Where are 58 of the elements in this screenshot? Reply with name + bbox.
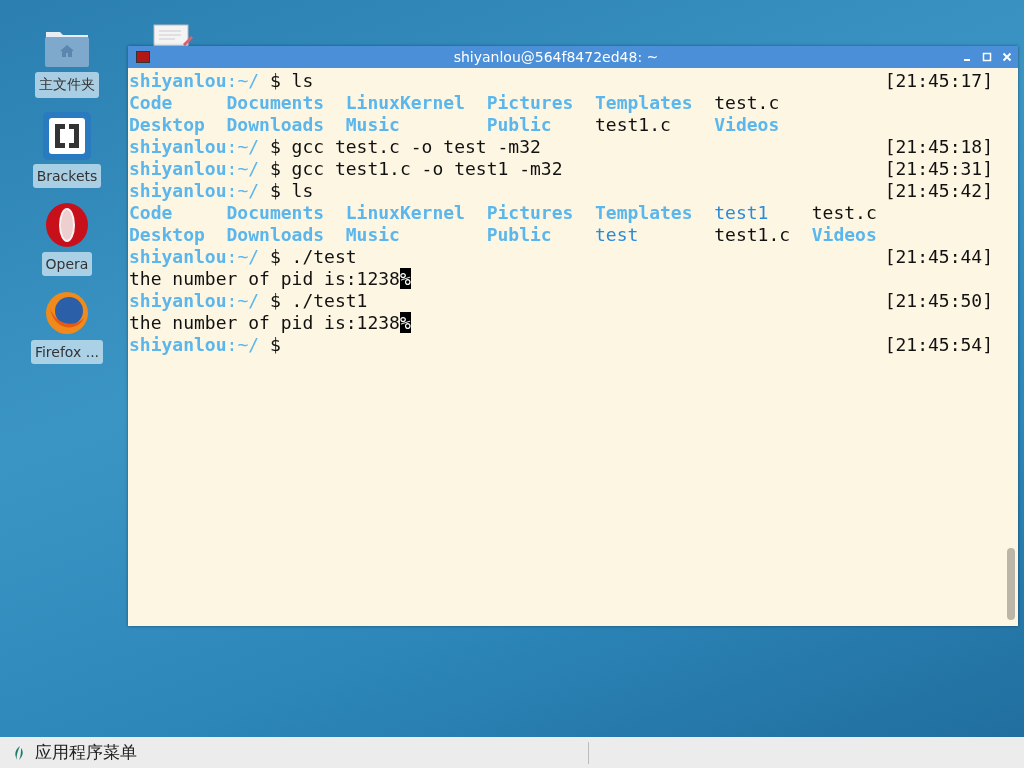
file-name: test (595, 224, 640, 246)
prompt-line: shiyanlou:~/ $ (129, 334, 281, 356)
prompt-line: shiyanlou:~/ $ ./test1 (129, 290, 368, 312)
application-menu[interactable]: 应用程序菜单 (35, 741, 137, 764)
directory-name: Documents (226, 202, 325, 224)
directory-name: Videos (811, 224, 877, 246)
desktop-icon-label[interactable]: Opera (41, 252, 93, 276)
end-marker: % (399, 312, 411, 333)
directory-name: LinuxKernel (345, 92, 465, 114)
directory-name: Code (129, 202, 174, 224)
file-name: test.c (811, 202, 877, 224)
file-name: test1.c (595, 114, 672, 136)
opera-icon[interactable] (44, 202, 90, 248)
prompt-line: shiyanlou:~/ $ gcc test.c -o test -m32 (129, 136, 541, 158)
prompt-line: shiyanlou:~/ $ ls (129, 180, 314, 202)
directory-name: Pictures (486, 202, 574, 224)
desktop-icon-label[interactable]: Firefox ... (30, 340, 104, 364)
output-text: the number of pid is:1238 (129, 312, 400, 333)
close-icon[interactable] (1002, 52, 1012, 62)
directory-name: Music (345, 224, 401, 246)
timestamp: [21:45:54] (884, 334, 993, 356)
brackets-icon[interactable] (43, 112, 91, 160)
directory-name: Music (345, 114, 401, 136)
prompt-line: shiyanlou:~/ $ gcc test1.c -o test1 -m32 (129, 158, 563, 180)
prompt-line: shiyanlou:~/ $ ls (129, 70, 314, 92)
directory-name: Downloads (226, 114, 325, 136)
desktop-icon-label[interactable]: 主文件夹 (35, 72, 99, 98)
terminal-icon (136, 51, 150, 63)
scrollbar-thumb[interactable] (1007, 548, 1015, 620)
output-text: the number of pid is:1238 (129, 268, 400, 289)
file-name: test1 (714, 202, 770, 224)
directory-name: Desktop (129, 114, 205, 136)
window-title: shiyanlou@564f8472ed48: ~ (452, 49, 660, 65)
directory-name: Templates (595, 202, 693, 224)
timestamp: [21:45:50] (884, 290, 993, 312)
timestamp: [21:45:17] (884, 70, 993, 92)
directory-name: LinuxKernel (345, 202, 465, 224)
directory-name: Public (486, 224, 553, 246)
timestamp: [21:45:31] (884, 158, 993, 180)
desktop-icon-label[interactable]: Brackets (32, 164, 102, 188)
file-name: test1.c (714, 224, 791, 246)
document-icon[interactable] (153, 24, 193, 46)
timestamp: [21:45:42] (884, 180, 993, 202)
file-name: test.c (714, 92, 780, 114)
timestamp: [21:45:18] (884, 136, 993, 158)
directory-name: Videos (714, 114, 780, 136)
directory-name: Documents (226, 92, 325, 114)
directory-name: Code (129, 92, 174, 114)
directory-name: Downloads (226, 224, 325, 246)
timestamp: [21:45:44] (884, 246, 993, 268)
directory-name: Templates (595, 92, 693, 114)
directory-name: Desktop (129, 224, 205, 246)
firefox-icon[interactable] (44, 290, 90, 336)
directory-name: Public (486, 114, 553, 136)
end-marker: % (399, 268, 411, 289)
prompt-line: shiyanlou:~/ $ ./test (129, 246, 357, 268)
maximize-icon[interactable] (982, 52, 992, 62)
directory-name: Pictures (486, 92, 574, 114)
